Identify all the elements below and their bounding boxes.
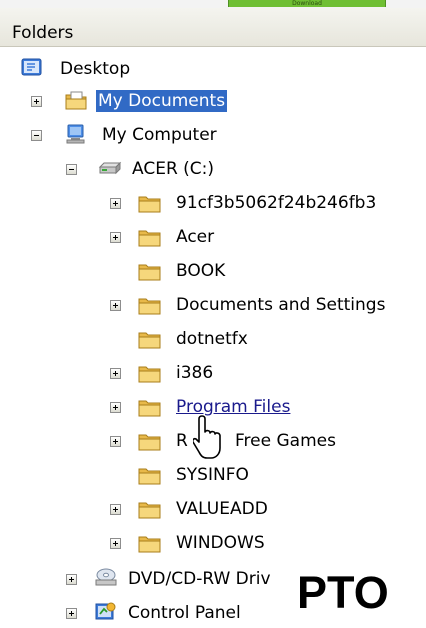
folder-icon: [138, 196, 161, 213]
download-button[interactable]: Download: [228, 0, 386, 7]
folder-icon: [138, 468, 161, 485]
expand-icon[interactable]: [66, 574, 77, 585]
folders-pane-header: Folders: [0, 8, 426, 47]
tree-label-folder: dotnetfx: [176, 329, 248, 349]
expand-icon[interactable]: [110, 300, 121, 311]
tree-item-desktop[interactable]: Desktop: [0, 54, 200, 84]
tree-item-my-documents[interactable]: My Documents: [0, 86, 260, 116]
tree-label-control-panel: Control Panel: [128, 603, 241, 623]
tree-item-folder[interactable]: R Free Games: [0, 426, 380, 456]
tree-label-my-documents: My Documents: [96, 90, 228, 112]
collapse-icon[interactable]: [31, 130, 42, 141]
tree-label-folder: 91cf3b5062f24b246fb3: [176, 193, 377, 213]
dvd-drive-icon: [95, 568, 117, 586]
tree-item-folder[interactable]: SYSINFO: [0, 460, 260, 490]
folder-icon: [138, 332, 161, 349]
expand-icon[interactable]: [110, 504, 121, 515]
tree-item-folder[interactable]: BOOK: [0, 256, 260, 286]
pto-label: PTO: [297, 567, 389, 618]
expand-icon[interactable]: [110, 198, 121, 209]
tree-label-desktop: Desktop: [60, 59, 131, 79]
expand-icon[interactable]: [31, 96, 42, 107]
tree-label-folder: Acer: [176, 227, 215, 247]
tree-item-program-files[interactable]: Program Files: [0, 392, 300, 422]
tree-label-folder: WINDOWS: [176, 533, 265, 553]
tree-item-folder[interactable]: dotnetfx: [0, 324, 260, 354]
collapse-icon[interactable]: [66, 164, 77, 175]
folder-icon: [138, 502, 161, 519]
tree-item-control-panel[interactable]: Control Panel: [0, 598, 280, 628]
tree-item-folder[interactable]: Acer: [0, 222, 260, 252]
hand-pointer-icon: [193, 415, 221, 459]
folder-icon: [138, 298, 161, 315]
tree-item-folder[interactable]: i386: [0, 358, 260, 388]
expand-icon[interactable]: [66, 608, 77, 619]
tree-label-dvd-drive: DVD/CD-RW Driv: [128, 569, 271, 589]
expand-icon[interactable]: [110, 232, 121, 243]
tree-label-folder: i386: [176, 363, 214, 383]
tree-label-folder-start: R: [176, 431, 188, 451]
tree-label-drive-c: ACER (C:): [132, 159, 215, 179]
tree-label-folder: VALUEADD: [176, 499, 268, 519]
tree-item-folder[interactable]: WINDOWS: [0, 528, 265, 558]
tree-label-folder: BOOK: [176, 261, 226, 281]
tree-label-folder: Documents and Settings: [176, 295, 386, 315]
tree-item-folder[interactable]: Documents and Settings: [0, 290, 426, 320]
folder-icon: [138, 366, 161, 383]
expand-icon[interactable]: [110, 402, 121, 413]
desktop-icon: [21, 58, 42, 76]
tree-label-program-files: Program Files: [176, 397, 291, 417]
tree-item-folder[interactable]: VALUEADD: [0, 494, 268, 524]
folder-icon: [138, 264, 161, 281]
hard-drive-icon: [98, 161, 122, 175]
control-panel-icon: [95, 602, 116, 620]
tree-item-drive-c[interactable]: ACER (C:): [0, 154, 260, 184]
tree-item-my-computer[interactable]: My Computer: [0, 120, 260, 150]
expand-icon[interactable]: [110, 368, 121, 379]
folder-icon: [138, 400, 161, 417]
folders-title: Folders: [12, 23, 74, 43]
tree-item-folder[interactable]: 91cf3b5062f24b246fb3: [0, 188, 426, 218]
folder-icon: [138, 536, 161, 553]
folder-icon: [138, 230, 161, 247]
folder-icon: [138, 434, 161, 451]
expand-icon[interactable]: [110, 538, 121, 549]
tree-label-my-computer: My Computer: [102, 125, 217, 145]
tree-label-folder-end: Free Games: [235, 431, 336, 451]
tree-item-dvd-drive[interactable]: DVD/CD-RW Driv: [0, 564, 280, 594]
folder-tree: Desktop My Documents My Computer ACER (C…: [0, 46, 426, 626]
expand-icon[interactable]: [110, 436, 121, 447]
tree-label-folder: SYSINFO: [176, 465, 249, 485]
my-computer-icon: [66, 124, 85, 144]
my-documents-icon: [65, 91, 87, 110]
